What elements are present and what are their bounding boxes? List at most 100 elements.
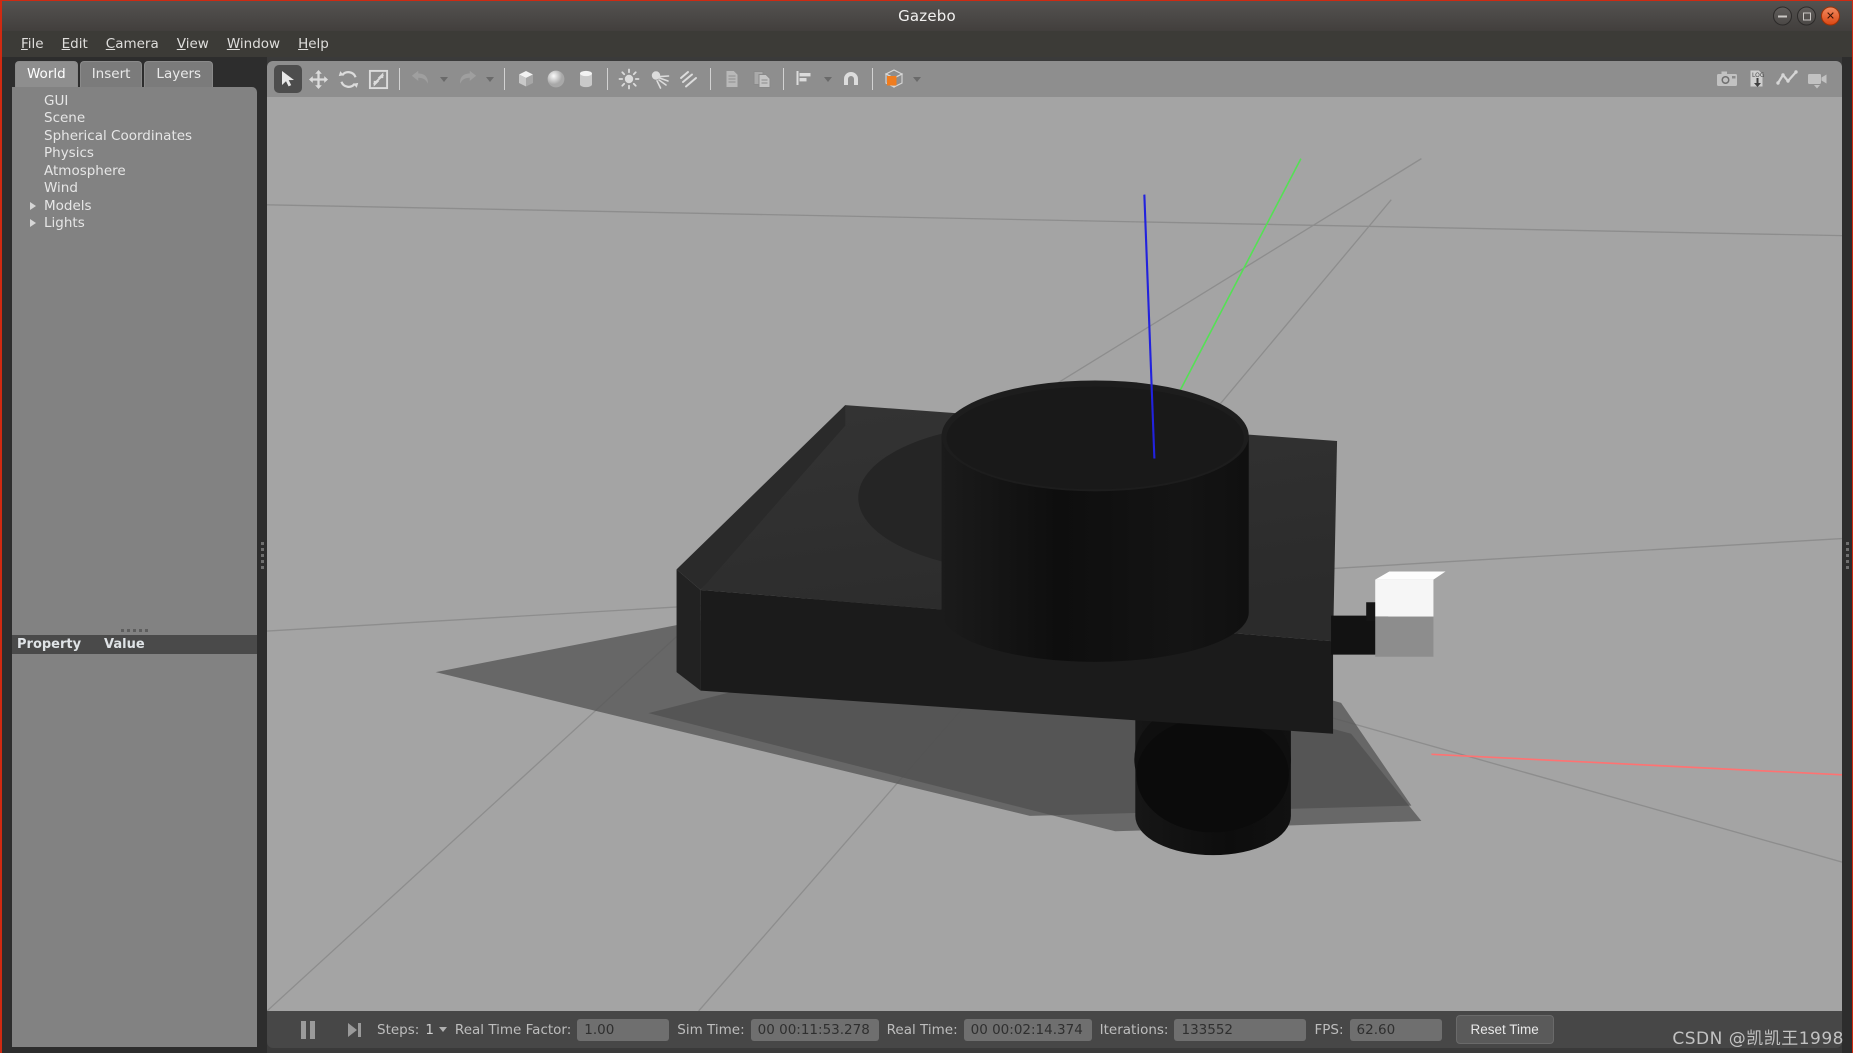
- toolbar-separator: [504, 68, 505, 90]
- chevron-down-icon: [438, 1027, 447, 1032]
- steps-selector[interactable]: 1: [425, 1022, 447, 1038]
- tree-item-gui[interactable]: GUI: [12, 92, 257, 110]
- view-mode-caret-icon[interactable]: [913, 76, 921, 82]
- expand-arrow-wrap[interactable]: [30, 201, 44, 210]
- insert-sphere-button[interactable]: [542, 65, 570, 93]
- fps-label: FPS:: [1314, 1021, 1344, 1038]
- step-forward-button[interactable]: [339, 1016, 369, 1044]
- tree-item-scene[interactable]: Scene: [12, 110, 257, 128]
- log-record-button[interactable]: LOG: [1743, 65, 1771, 93]
- tab-world[interactable]: World: [15, 61, 78, 87]
- center-column: LOG Steps: 1 Real Time Factor: 1.00 Sim …: [267, 57, 1842, 1053]
- tree-item-wind[interactable]: Wind: [12, 180, 257, 198]
- copy-button[interactable]: [718, 65, 746, 93]
- insert-point-light-button[interactable]: [615, 65, 643, 93]
- tree-item-models[interactable]: Models: [12, 197, 257, 215]
- window-controls: ✕: [1773, 6, 1840, 26]
- main-body: World Insert Layers GUI Scene Spherical …: [2, 57, 1852, 1053]
- view-mode-button[interactable]: [880, 65, 908, 93]
- panel-horizontal-splitter[interactable]: [12, 625, 257, 635]
- sim-time-value: 00 00:11:53.278: [750, 1018, 879, 1041]
- reset-time-button[interactable]: Reset Time: [1455, 1015, 1554, 1044]
- menu-view[interactable]: View: [168, 33, 218, 55]
- tab-layers[interactable]: Layers: [144, 61, 214, 87]
- render-toolbar: LOG: [267, 61, 1842, 97]
- menu-file-rest: ile: [27, 36, 44, 52]
- snap-button[interactable]: [837, 65, 865, 93]
- menu-camera-rest: amera: [115, 36, 159, 52]
- redo-arrow-icon: [460, 70, 477, 84]
- plot-button[interactable]: [1773, 65, 1801, 93]
- left-vertical-splitter[interactable]: [257, 57, 267, 1053]
- toolbar-right-group: LOG: [1712, 61, 1832, 97]
- log-download-icon: LOG: [1749, 69, 1765, 88]
- tab-insert[interactable]: Insert: [79, 61, 143, 87]
- tree-item-label: Scene: [44, 110, 86, 127]
- minimize-button[interactable]: [1773, 6, 1792, 26]
- scale-mode-button[interactable]: [364, 65, 392, 93]
- column-header-value: Value: [104, 636, 145, 652]
- scale-icon: [368, 69, 388, 89]
- line-chart-icon: [1776, 70, 1798, 85]
- window-title: Gazebo: [898, 7, 956, 25]
- tree-item-atmosphere[interactable]: Atmosphere: [12, 162, 257, 180]
- close-button[interactable]: ✕: [1821, 6, 1840, 26]
- align-dropdown-caret-icon[interactable]: [824, 76, 832, 82]
- cube-icon: [519, 71, 533, 87]
- gazebo-window: Gazebo ✕ File Edit Camera View Window He…: [0, 0, 1853, 1053]
- splitter-grip-icon: [260, 541, 264, 569]
- chevron-right-icon: [30, 219, 36, 228]
- screenshot-button[interactable]: [1713, 65, 1741, 93]
- sim-time-label: Sim Time:: [677, 1021, 745, 1038]
- insert-cylinder-button[interactable]: [572, 65, 600, 93]
- menu-camera[interactable]: Camera: [97, 33, 168, 55]
- splitter-grip-icon: [121, 628, 148, 632]
- undo-arrow-icon: [411, 70, 428, 84]
- tree-item-label: Wind: [44, 180, 78, 197]
- scene-canvas: [267, 97, 1842, 1011]
- expand-arrow-wrap[interactable]: [30, 219, 44, 228]
- property-table-header: Property Value: [12, 634, 257, 654]
- menu-bar: File Edit Camera View Window Help: [2, 31, 1852, 57]
- title-bar: Gazebo ✕: [2, 1, 1852, 31]
- point-light-icon: [618, 68, 640, 90]
- paste-button[interactable]: [748, 65, 776, 93]
- insert-directional-light-button[interactable]: [675, 65, 703, 93]
- maximize-button[interactable]: [1797, 6, 1816, 26]
- menu-window[interactable]: Window: [218, 33, 289, 55]
- undo-history-caret-icon[interactable]: [440, 76, 448, 82]
- real-time-factor-value: 1.00: [577, 1018, 670, 1041]
- menu-edit-rest: dit: [70, 36, 88, 52]
- steps-value: 1: [425, 1021, 434, 1038]
- redo-button[interactable]: [453, 65, 481, 93]
- right-vertical-splitter[interactable]: [1842, 57, 1852, 1053]
- move-arrows-icon: [308, 69, 328, 89]
- tree-item-spherical-coordinates[interactable]: Spherical Coordinates: [12, 127, 257, 145]
- pause-button[interactable]: [291, 1016, 325, 1044]
- translate-mode-button[interactable]: [304, 65, 332, 93]
- align-icon: [796, 71, 811, 85]
- rotate-mode-button[interactable]: [334, 65, 362, 93]
- world-tree-panel: GUI Scene Spherical Coordinates Physics: [12, 87, 257, 1047]
- insert-spot-light-button[interactable]: [645, 65, 673, 93]
- insert-box-button[interactable]: [512, 65, 540, 93]
- property-table-body: [12, 653, 257, 1047]
- toolbar-separator: [783, 68, 784, 90]
- step-forward-icon: [348, 1022, 361, 1037]
- left-panel: World Insert Layers GUI Scene Spherical …: [2, 57, 257, 1053]
- redo-history-caret-icon[interactable]: [486, 76, 494, 82]
- select-mode-button[interactable]: [274, 65, 302, 93]
- menu-file[interactable]: File: [12, 33, 53, 55]
- render-viewport[interactable]: [267, 97, 1842, 1011]
- undo-button[interactable]: [407, 65, 435, 93]
- menu-help[interactable]: Help: [289, 33, 338, 55]
- video-record-button[interactable]: [1803, 65, 1831, 93]
- menu-edit[interactable]: Edit: [53, 33, 97, 55]
- align-button[interactable]: [791, 65, 819, 93]
- tree-item-physics[interactable]: Physics: [12, 145, 257, 163]
- status-bar: Steps: 1 Real Time Factor: 1.00 Sim Time…: [267, 1011, 1842, 1048]
- tree-item-lights[interactable]: Lights: [12, 215, 257, 233]
- cylinder-icon: [580, 70, 592, 88]
- chevron-right-icon: [30, 201, 36, 210]
- copy-icon: [725, 70, 739, 88]
